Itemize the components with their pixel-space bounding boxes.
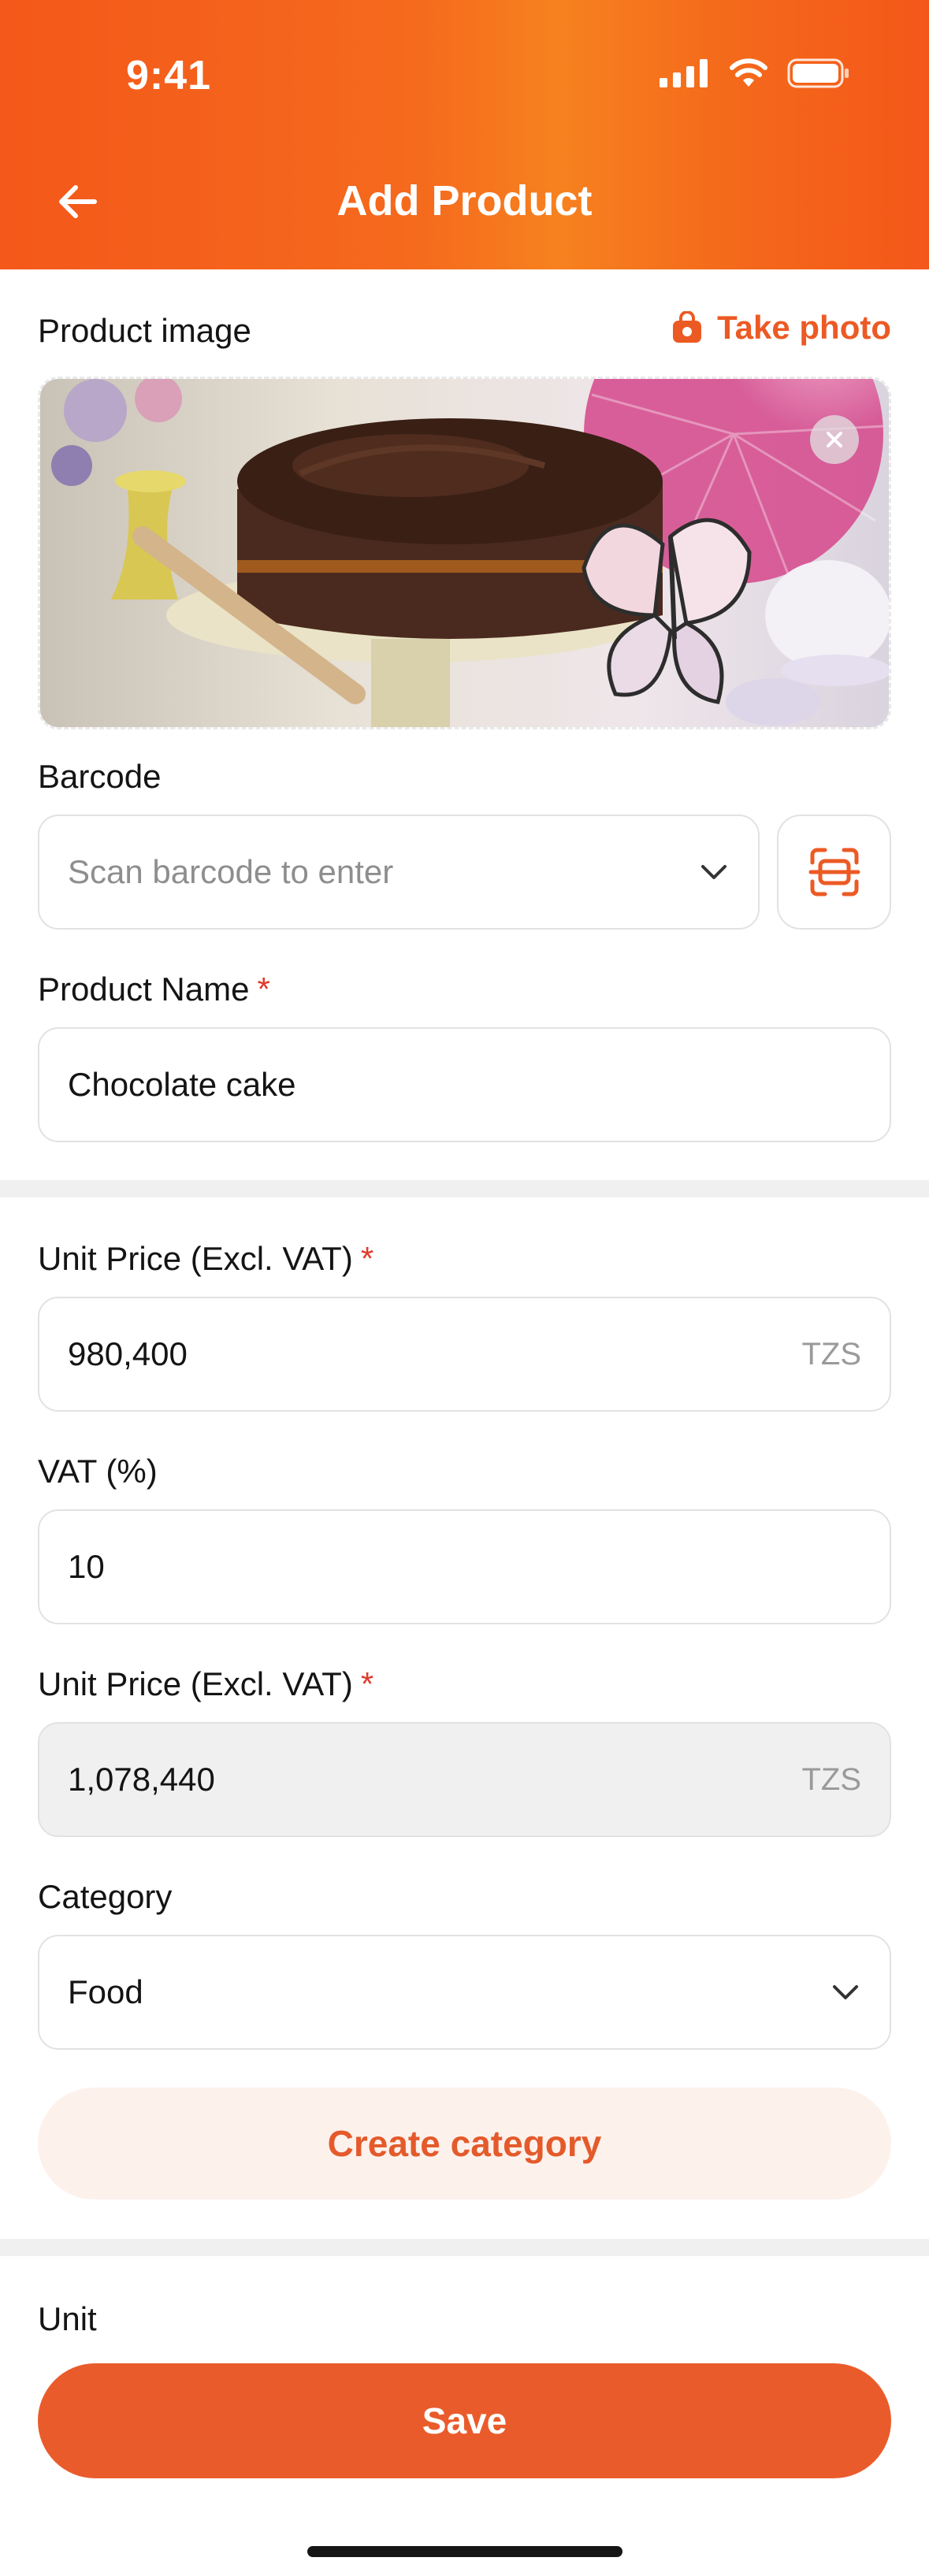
chevron-down-icon bbox=[833, 1985, 858, 1999]
status-icons bbox=[660, 58, 850, 88]
app-header: 9:41 Add Product bbox=[0, 0, 929, 269]
home-indicator bbox=[307, 2546, 622, 2557]
take-photo-button[interactable]: Take photo bbox=[671, 309, 891, 347]
product-name-value: Chocolate cake bbox=[68, 1066, 296, 1103]
scan-barcode-icon bbox=[808, 848, 860, 896]
product-name-input[interactable]: Chocolate cake bbox=[38, 1027, 891, 1142]
unit-label: Unit bbox=[38, 2300, 97, 2337]
unit-price-total-label: Unit Price (Excl. VAT) * bbox=[38, 1665, 374, 1702]
unit-price-label: Unit Price (Excl. VAT) * bbox=[38, 1240, 374, 1277]
section-divider bbox=[0, 2239, 929, 2256]
save-button[interactable]: Save bbox=[38, 2363, 891, 2478]
section-divider bbox=[0, 1180, 929, 1197]
product-image-label: Product image bbox=[38, 312, 251, 349]
chevron-down-icon bbox=[701, 865, 726, 879]
vat-input[interactable]: 10 bbox=[38, 1509, 891, 1624]
signal-icon bbox=[660, 59, 708, 87]
camera-bag-icon bbox=[673, 311, 702, 343]
category-value: Food bbox=[68, 1973, 143, 2010]
status-time: 9:41 bbox=[126, 53, 212, 98]
category-label: Category bbox=[38, 1878, 173, 1915]
unit-price-value: 980,400 bbox=[68, 1335, 188, 1372]
close-icon bbox=[827, 432, 842, 447]
barcode-label: Barcode bbox=[38, 758, 162, 795]
product-name-label: Product Name * bbox=[38, 971, 270, 1008]
page-title: Add Product bbox=[336, 177, 593, 225]
barcode-placeholder: Scan barcode to enter bbox=[68, 853, 394, 890]
category-select[interactable]: Food bbox=[38, 1935, 891, 2050]
barcode-select[interactable]: Scan barcode to enter bbox=[38, 815, 760, 930]
unit-price-total-value: 1,078,440 bbox=[68, 1761, 215, 1798]
unit-price-total-currency: TZS bbox=[801, 1761, 861, 1797]
product-image-preview[interactable] bbox=[38, 377, 891, 729]
battery-icon bbox=[787, 58, 849, 88]
take-photo-label: Take photo bbox=[717, 309, 891, 346]
unit-price-input[interactable]: 980,400 TZS bbox=[38, 1297, 891, 1412]
wifi-icon bbox=[730, 58, 767, 87]
scan-barcode-button[interactable] bbox=[777, 815, 891, 930]
product-photo bbox=[40, 379, 889, 727]
unit-price-currency: TZS bbox=[801, 1336, 861, 1372]
unit-price-total-field: 1,078,440 TZS bbox=[38, 1722, 891, 1837]
create-category-button[interactable]: Create category bbox=[38, 2088, 891, 2199]
vat-label: VAT (%) bbox=[38, 1453, 158, 1490]
remove-image-button[interactable] bbox=[810, 415, 859, 464]
vat-value: 10 bbox=[68, 1548, 105, 1585]
